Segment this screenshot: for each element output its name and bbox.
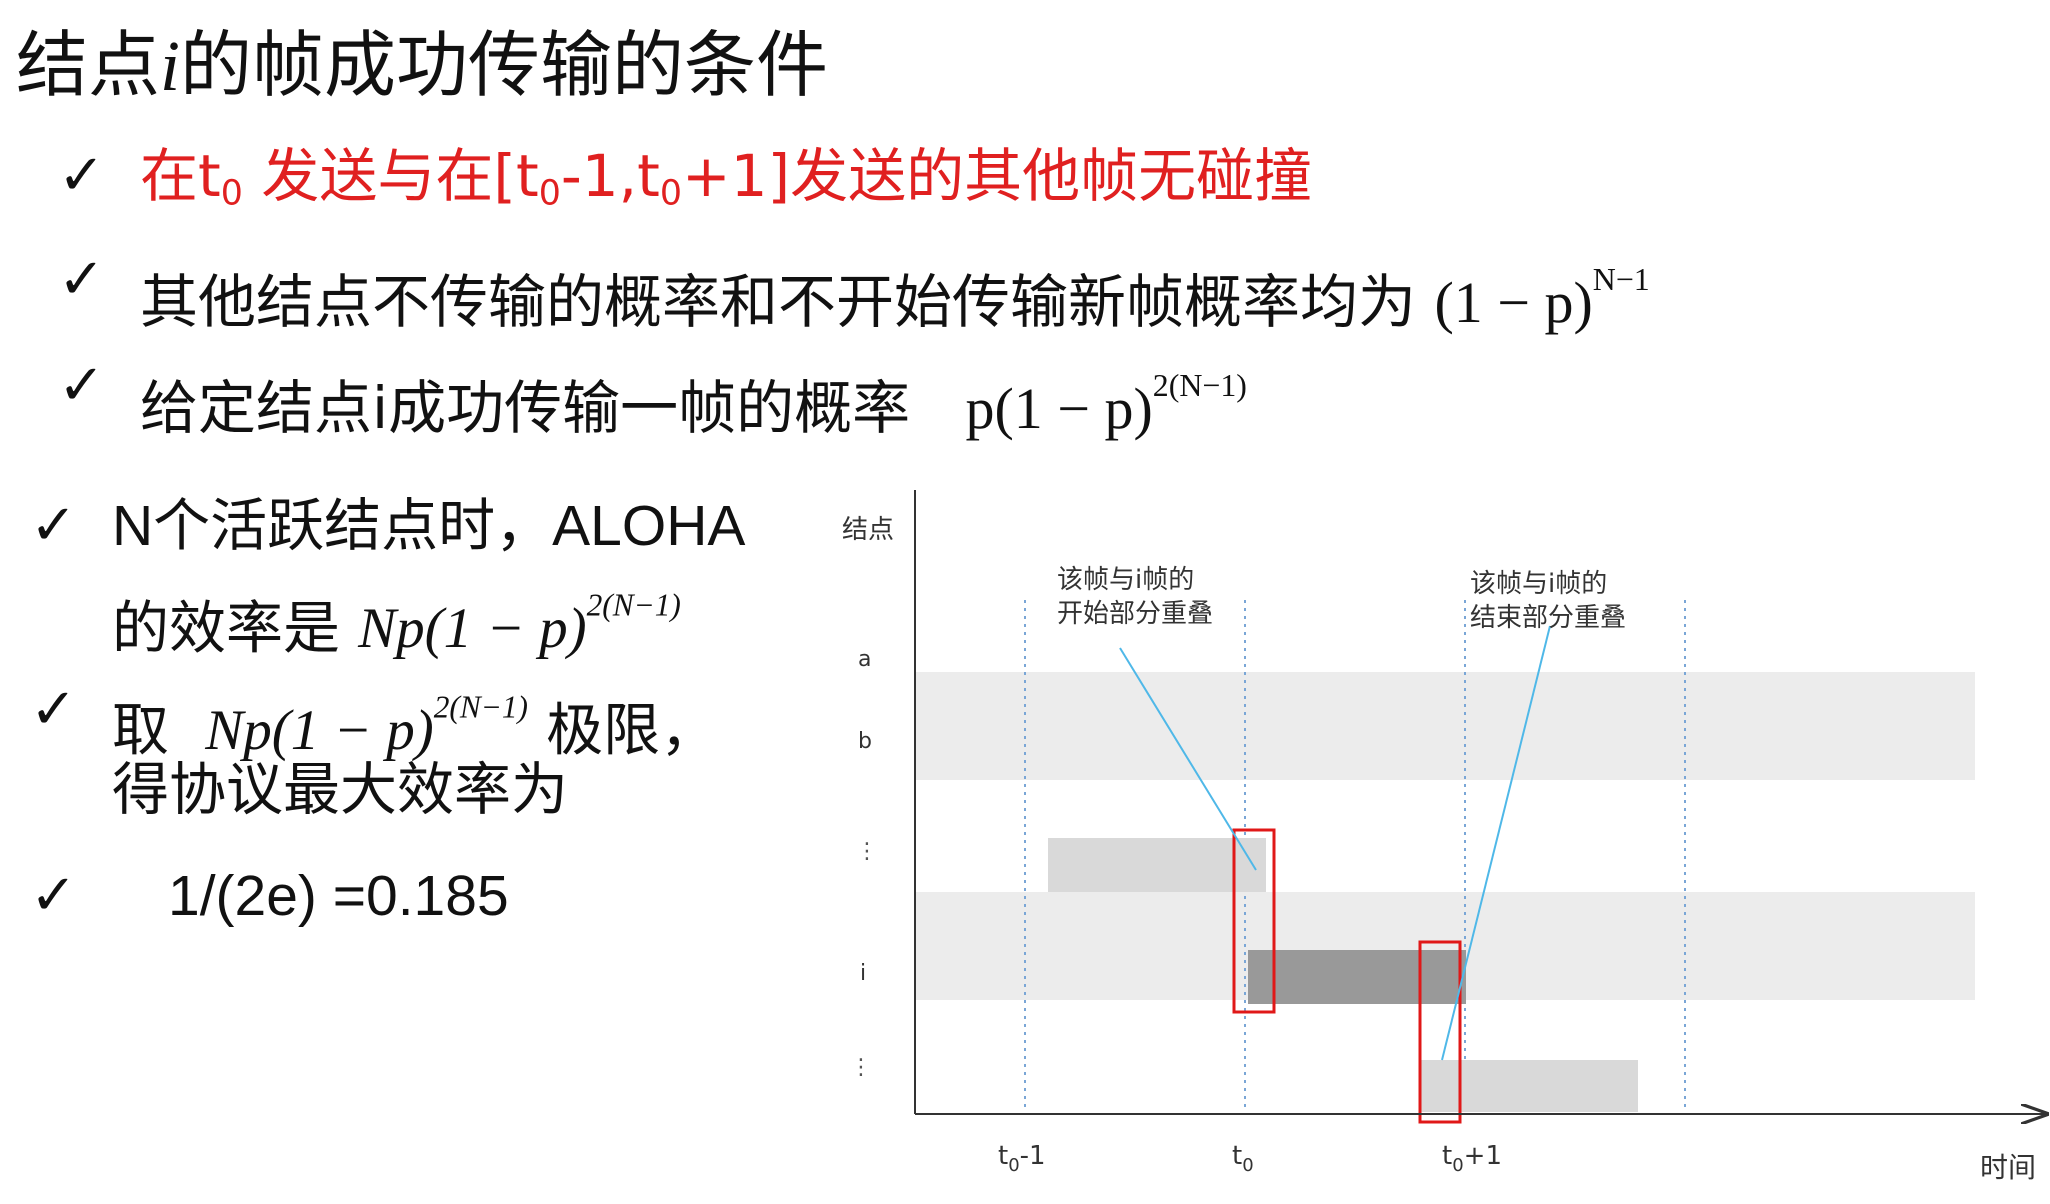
x-axis-label: 时间 — [1980, 1151, 2036, 1184]
frame-node-i — [1248, 950, 1466, 1004]
row-label-ellipsis-2: ⋮ — [850, 1055, 872, 1080]
tick-label-t0-plus-1: t0+1 — [1442, 1141, 1502, 1176]
annotation-start-overlap-line1: 该帧与i帧的 — [1057, 565, 1194, 595]
y-axis-label: 结点 — [842, 515, 894, 545]
check-icon: ✓ — [58, 247, 105, 312]
efficiency-bullet-line1: N个活跃结点时，ALOHA — [112, 494, 746, 558]
check-icon: ✓ — [30, 863, 77, 928]
condition-bullet-2: 其他结点不传输的概率和不开始传输新帧概率均为 (1 − p)N−1 — [140, 262, 1650, 336]
condition-bullet-3: 给定结点i成功传输一帧的概率 p(1 − p)2(N−1) — [140, 368, 1247, 442]
page-title: 结点i的帧成功传输的条件 — [16, 23, 829, 107]
max-efficiency-value: 1/(2e) =0.185 — [168, 864, 509, 928]
annotation-end-overlap-line1: 该帧与i帧的 — [1470, 569, 1607, 599]
formula: (1 − p)N−1 — [1434, 262, 1650, 335]
row-label-i: i — [860, 961, 866, 986]
condition-bullet-1: 在t0 发送与在[t0-1,t0+1]发送的其他帧无碰撞 — [140, 142, 1313, 214]
tick-label-t0: t0 — [1232, 1141, 1254, 1176]
annotation-end-overlap-line2: 结束部分重叠 — [1470, 603, 1626, 633]
limit-bullet-line2: 得协议最大效率为 — [112, 757, 568, 823]
tick-label-t0-minus-1: t0-1 — [998, 1141, 1046, 1176]
check-icon: ✓ — [58, 143, 105, 208]
check-icon: ✓ — [30, 677, 77, 742]
aloha-timing-diagram: 结点 时间 a b ⋮ i ⋮ t0-1 t0 t0+1 该帧与i帧的 开始部分… — [842, 490, 2050, 1184]
row-label-b: b — [858, 729, 872, 754]
formula: Np(1 − p)2(N−1) — [358, 588, 681, 661]
annotation-start-overlap-line2: 开始部分重叠 — [1057, 599, 1213, 629]
check-icon: ✓ — [58, 353, 105, 418]
efficiency-bullet-line2: 的效率是 Np(1 − p)2(N−1) — [112, 588, 681, 662]
formula: p(1 − p)2(N−1) — [965, 368, 1247, 441]
row-label-ellipsis-1: ⋮ — [856, 839, 878, 864]
frame-overlap-end — [1420, 1060, 1638, 1112]
row-label-a: a — [858, 647, 871, 672]
check-icon: ✓ — [30, 493, 77, 558]
row-band-b — [915, 672, 1975, 780]
